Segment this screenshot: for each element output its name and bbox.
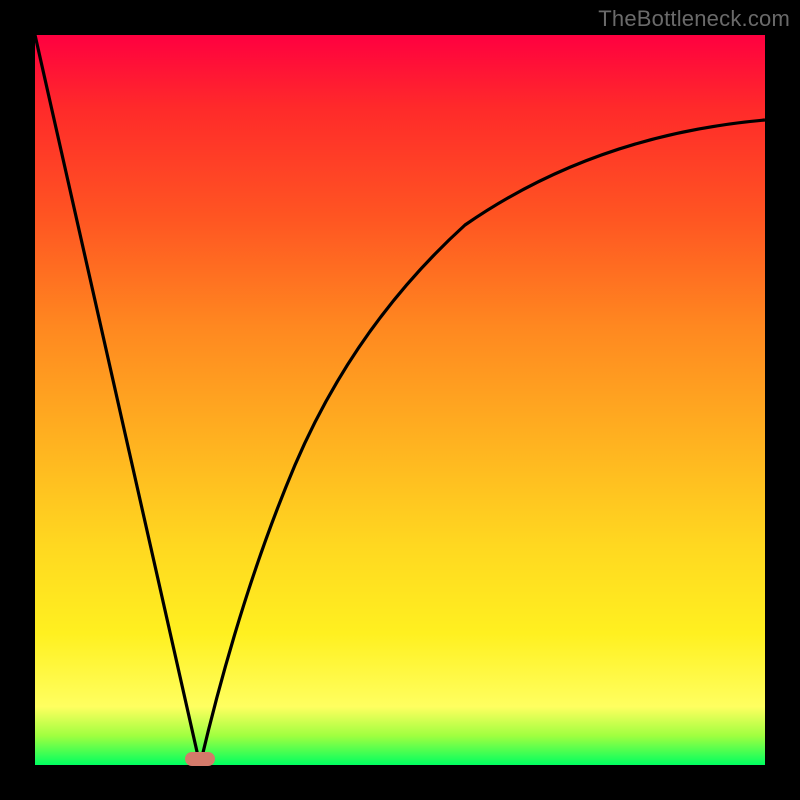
chart-frame: TheBottleneck.com — [0, 0, 800, 800]
curve-left — [35, 35, 200, 765]
bottleneck-curve — [35, 35, 765, 765]
source-credit: TheBottleneck.com — [598, 6, 790, 32]
plot-area — [35, 35, 765, 765]
curve-right — [200, 120, 765, 765]
bottleneck-marker — [185, 752, 215, 766]
